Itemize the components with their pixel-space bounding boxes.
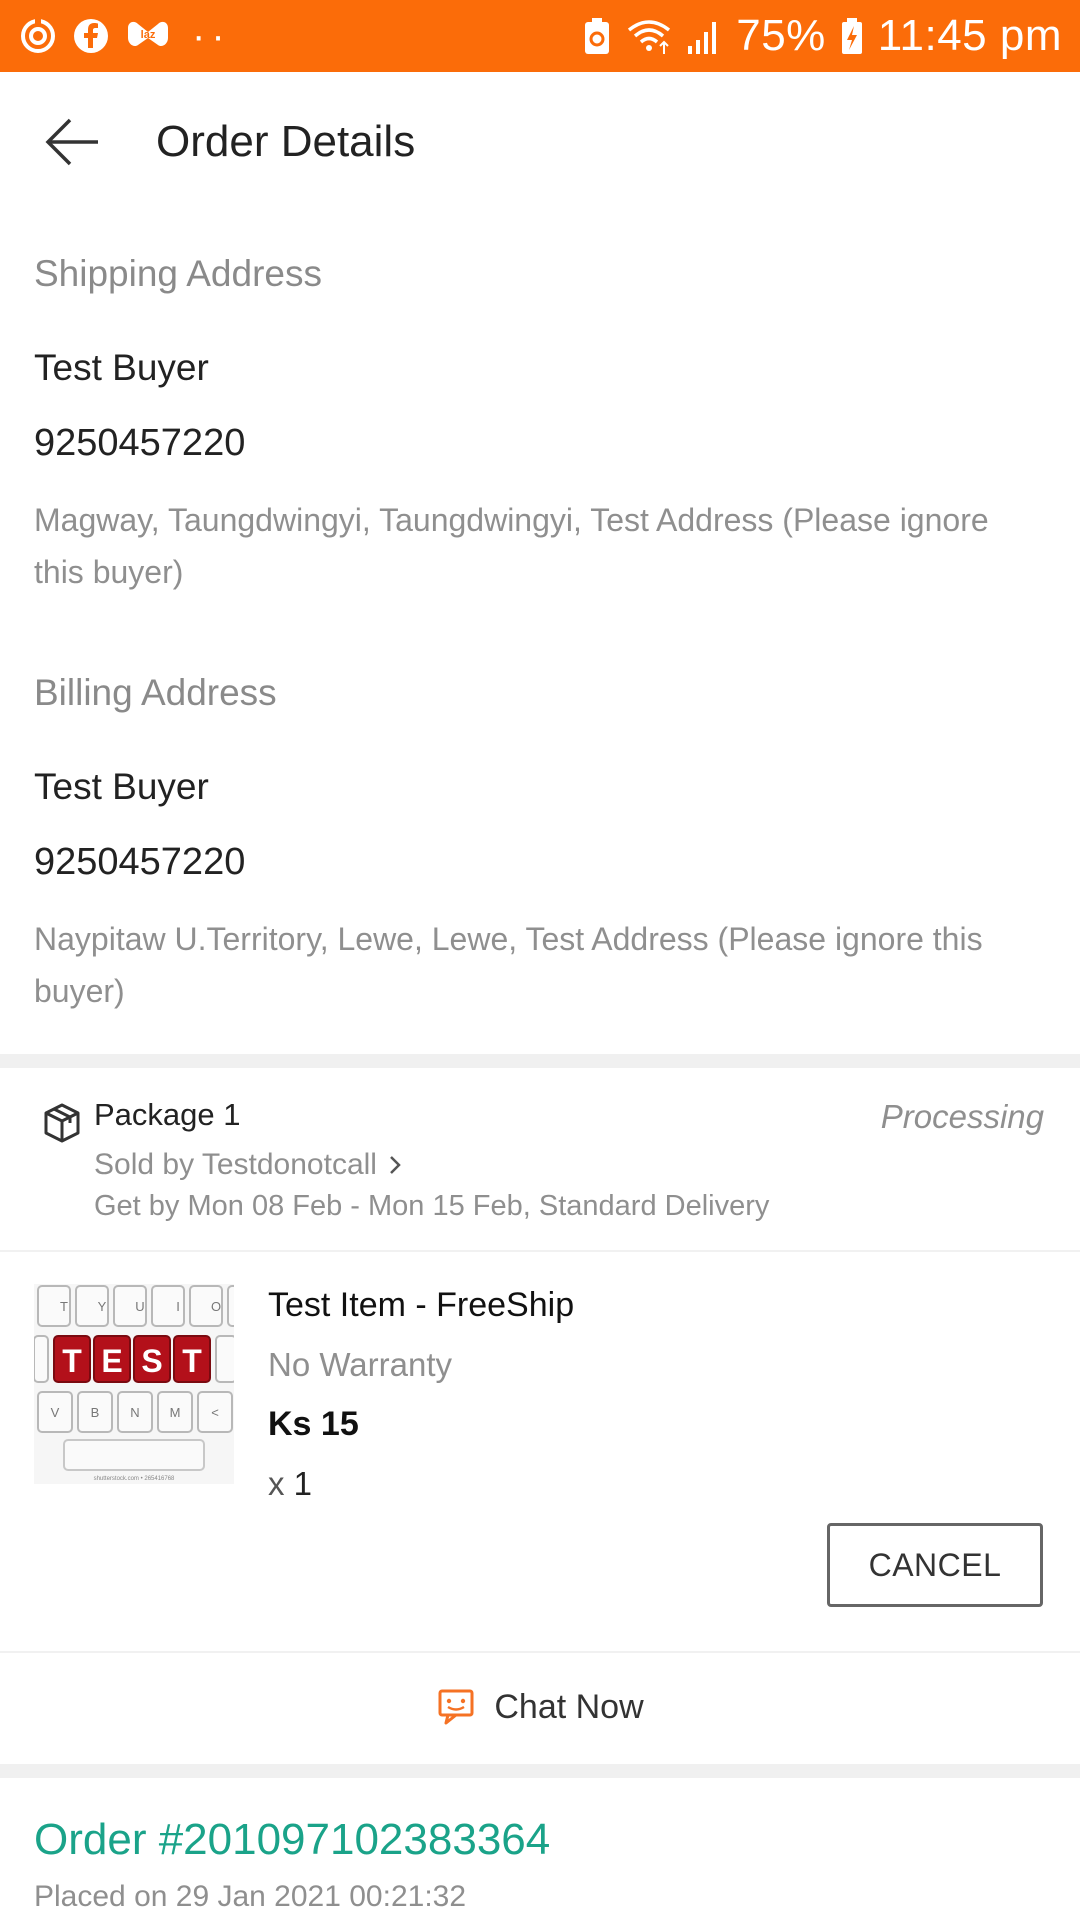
shipping-address-label: Shipping Address [34,253,322,294]
sync-icon [18,16,58,56]
key-label: B [91,1405,100,1420]
wifi-icon [626,16,672,56]
key-label-red: E [101,1343,122,1379]
lazada-icon: laz [124,18,172,54]
app-header: Order Details [0,72,1080,212]
chat-now-label: Chat Now [494,1687,644,1726]
item-title[interactable]: Test Item - FreeShip [268,1286,574,1325]
order-number: Order #201097102383364 [34,1815,551,1864]
package-status: Processing [880,1098,1044,1135]
key-label: T [60,1299,68,1314]
battery-saver-icon [582,16,612,56]
key-label-red: T [182,1343,202,1379]
item-quantity: x 1 [268,1465,312,1503]
billing-phone: 9250457220 [34,841,246,883]
keyboard-test-image: T Y U I O T E S T V B N M < shutterstock… [34,1284,234,1484]
chat-now-button[interactable]: Chat Now [0,1652,1080,1762]
image-caption: shutterstock.com • 265416768 [94,1476,175,1482]
status-bar-right: 75% 11:45 pm [582,11,1062,61]
key-label-red: S [141,1343,162,1379]
seller-link[interactable]: Sold by Testdonotcall [94,1148,403,1182]
signal-icon [686,16,722,56]
shipping-address-text: Magway, Taungdwingyi, Taungdwingyi, Test… [34,502,989,590]
battery-percent: 75% [736,11,826,60]
quantity-prefix: x [268,1465,285,1502]
more-notifications-icon: ·· [192,13,231,58]
status-time: 11:45 pm [877,11,1062,60]
item-thumbnail[interactable]: T Y U I O T E S T V B N M < shutterstock… [34,1284,234,1484]
facebook-icon [72,17,110,55]
billing-name: Test Buyer [34,766,209,807]
back-button[interactable] [36,106,108,178]
billing-address-text: Naypitaw U.Territory, Lewe, Lewe, Test A… [34,921,983,1009]
key-label: N [130,1405,139,1420]
package-title: Package 1 [94,1097,241,1132]
battery-charging-icon [840,16,864,56]
shipping-name: Test Buyer [34,347,209,388]
package-icon [40,1101,84,1145]
key-label: V [51,1405,60,1420]
item-warranty: No Warranty [268,1346,452,1383]
delivery-estimate: Get by Mon 08 Feb - Mon 15 Feb, Standard… [94,1190,770,1222]
key-label: < [211,1405,219,1420]
shipping-phone: 9250457220 [34,422,246,464]
section-divider [0,1054,1080,1068]
page-title: Order Details [156,117,416,166]
arrow-left-icon [45,118,98,166]
billing-address-label: Billing Address [34,672,277,713]
seller-label: Sold by Testdonotcall [94,1148,377,1181]
svg-text:laz: laz [141,29,156,41]
status-bar: laz ·· 75% 11:45 pm [0,0,1080,72]
quantity-value: 1 [293,1465,313,1502]
key-label: M [170,1405,181,1420]
key-label: Y [98,1299,107,1314]
status-bar-left: laz ·· [18,14,231,59]
key-label: I [176,1299,180,1314]
key-label: U [135,1299,144,1314]
order-placed-date: Placed on 29 Jan 2021 00:21:32 [34,1880,467,1913]
item-price: Ks 15 [268,1405,359,1443]
section-divider [0,1764,1080,1778]
cancel-button[interactable]: CANCEL [827,1523,1043,1607]
chevron-right-icon [390,1156,401,1174]
key-label-red: T [62,1343,82,1379]
key-label: O [211,1299,221,1314]
package-divider [0,1250,1080,1252]
chat-icon [438,1689,474,1725]
